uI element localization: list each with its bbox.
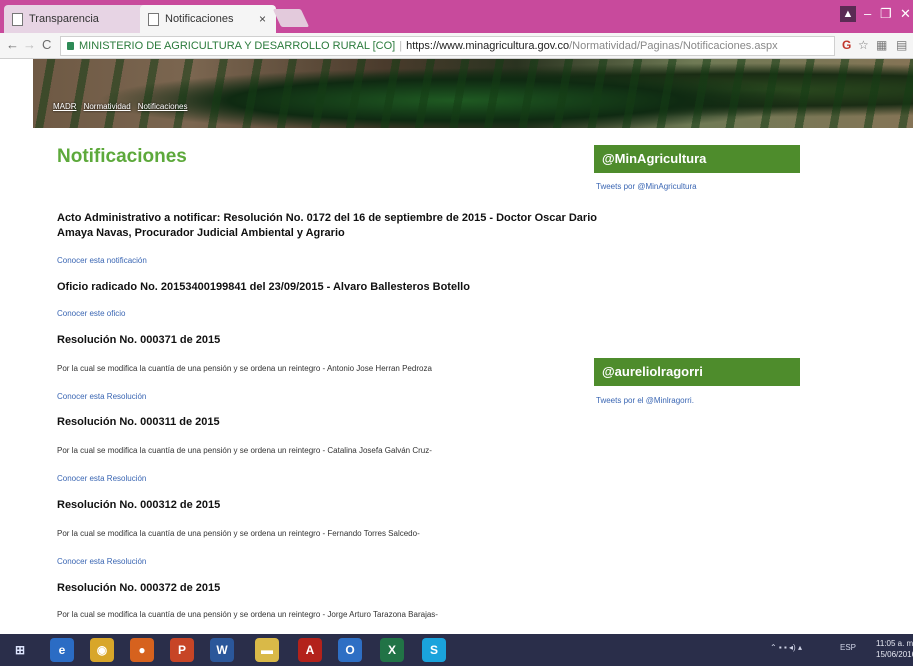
- notification-title: Resolución No. 000371 de 2015: [57, 334, 221, 346]
- restore-icon[interactable]: ❐: [880, 6, 892, 22]
- page-title: Notificaciones: [57, 146, 187, 167]
- url-host: https://www.minagricultura.gov.co: [406, 40, 570, 52]
- twitter-box-aurelio: @aureliolragorri: [594, 358, 800, 386]
- notification-title: Resolución No. 000311 de 2015: [57, 416, 220, 428]
- minimize-icon[interactable]: –: [864, 6, 871, 21]
- acrobat-icon[interactable]: A: [298, 638, 322, 662]
- address-bar[interactable]: MINISTERIO DE AGRICULTURA Y DESARROLLO R…: [60, 36, 835, 56]
- new-tab-button[interactable]: [272, 9, 310, 27]
- tweets-link-minagricultura[interactable]: Tweets por @MinAgricultura: [596, 182, 697, 191]
- language-indicator[interactable]: ESP: [840, 643, 856, 652]
- breadcrumb-notificaciones[interactable]: Notificaciones: [138, 102, 188, 111]
- notification-description: Por la cual se modifica la cuantía de un…: [57, 610, 438, 619]
- extension-icon[interactable]: ▦: [876, 38, 887, 52]
- browser-tab-strip: Transparencia × Notificaciones × ▲ – ❐ ✕: [0, 0, 913, 33]
- tab-notificaciones[interactable]: Notificaciones ×: [140, 5, 276, 33]
- word-icon[interactable]: W: [210, 638, 234, 662]
- forward-arrow-icon[interactable]: →: [23, 37, 36, 52]
- notification-description: Por la cual se modifica la cuantía de un…: [57, 446, 432, 455]
- clock-date: 15/06/2016: [876, 650, 913, 659]
- twitter-box-minagricultura: @MinAgricultura: [594, 145, 800, 173]
- internet-explorer-icon[interactable]: e: [50, 638, 74, 662]
- notification-link[interactable]: Conocer esta Resolución: [57, 474, 146, 483]
- header-banner-image: MADR Normatividad Notificaciones: [33, 59, 913, 128]
- bookmark-star-icon[interactable]: ☆: [858, 38, 869, 52]
- lock-icon: [67, 42, 74, 50]
- breadcrumb: MADR Normatividad Notificaciones: [53, 102, 195, 111]
- notification-link[interactable]: Conocer este oficio: [57, 309, 125, 318]
- notification-link[interactable]: Conocer esta notificación: [57, 256, 147, 265]
- close-window-icon[interactable]: ✕: [900, 6, 911, 22]
- browser-toolbar: ← → C MINISTERIO DE AGRICULTURA Y DESARR…: [0, 33, 913, 59]
- notification-description: Por la cual se modifica la cuantía de un…: [57, 529, 420, 538]
- powerpoint-icon[interactable]: P: [170, 638, 194, 662]
- close-tab-icon[interactable]: ×: [259, 12, 266, 26]
- tweets-link-aurelio[interactable]: Tweets por el @Minlragorri.: [596, 396, 694, 405]
- menu-icon[interactable]: ▤: [896, 38, 907, 52]
- excel-icon[interactable]: X: [380, 638, 404, 662]
- page-icon: [148, 12, 159, 26]
- tab-label: Notificaciones: [165, 13, 234, 25]
- firefox-icon[interactable]: ●: [130, 638, 154, 662]
- separator: |: [399, 40, 403, 52]
- notification-title: Oficio radicado No. 20153400199841 del 2…: [57, 281, 470, 293]
- skype-icon[interactable]: S: [422, 638, 446, 662]
- system-clock[interactable]: 11:05 a. m. 15/06/2016: [876, 638, 913, 660]
- notification-description: Por la cual se modifica la cuantía de un…: [57, 364, 432, 373]
- notification-link[interactable]: Conocer esta Resolución: [57, 557, 146, 566]
- windows-taskbar: ⊞ e ◉ ● P W ▬ A O X S ⌃ ▪ ▪ ◂) ▴ ESP 11:…: [0, 634, 913, 666]
- chrome-icon[interactable]: ◉: [90, 638, 114, 662]
- windows-start-icon[interactable]: ⊞: [8, 638, 32, 662]
- clock-time: 11:05 a. m.: [876, 639, 913, 648]
- file-explorer-icon[interactable]: ▬: [255, 638, 279, 662]
- url-path: /Normatividad/Paginas/Notificaciones.asp…: [569, 40, 778, 52]
- notification-title: Acto Administrativo a notificar: Resoluc…: [57, 212, 597, 239]
- reload-icon[interactable]: C: [42, 37, 51, 52]
- outlook-icon[interactable]: O: [338, 638, 362, 662]
- user-profile-icon[interactable]: ▲: [840, 6, 856, 22]
- site-identity: MINISTERIO DE AGRICULTURA Y DESARROLLO R…: [79, 40, 396, 52]
- system-tray-icons[interactable]: ⌃ ▪ ▪ ◂) ▴: [770, 643, 802, 652]
- tab-label: Transparencia: [29, 13, 99, 25]
- notification-link[interactable]: Conocer esta Resolución: [57, 392, 146, 401]
- google-extension-icon[interactable]: G: [842, 38, 851, 52]
- back-arrow-icon[interactable]: ←: [6, 37, 19, 52]
- breadcrumb-normatividad[interactable]: Normatividad: [84, 102, 131, 111]
- notification-title: Resolución No. 000372 de 2015: [57, 582, 221, 594]
- page-icon: [12, 12, 23, 26]
- breadcrumb-madr[interactable]: MADR: [53, 102, 77, 111]
- notification-title: Resolución No. 000312 de 2015: [57, 499, 221, 511]
